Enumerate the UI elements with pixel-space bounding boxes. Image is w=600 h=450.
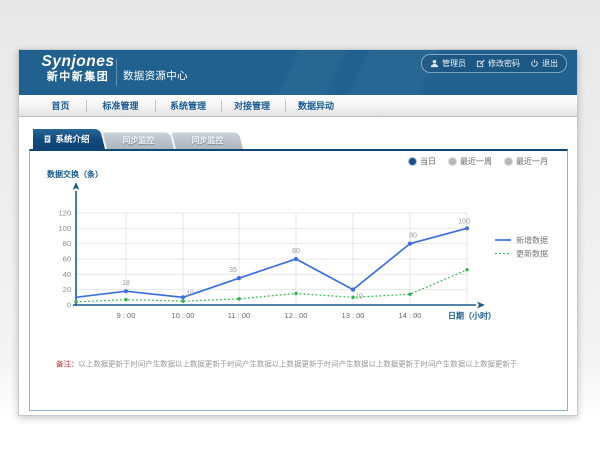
x-tick-label: 10 : 00: [172, 311, 195, 320]
footnote-text: 以上数据更新于时间产生数据以上数据更新于时间产生数据以上数据更新于时间产生数据以…: [78, 360, 517, 368]
app-window: Synjones 新中新集团 数据资源中心 管理员 修改密码 退出 首页标准管理系统…: [18, 49, 578, 416]
user-icon: [430, 59, 439, 68]
tab-label: 系统介绍: [55, 133, 89, 145]
data-point: [237, 276, 241, 280]
data-point: [465, 226, 469, 230]
data-point: [294, 292, 297, 295]
data-point: [124, 298, 127, 301]
app-header: Synjones 新中新集团 数据资源中心 管理员 修改密码 退出: [19, 50, 577, 95]
legend-label-1: 更新数据: [516, 249, 548, 259]
x-tick-label: 13 : 00: [342, 311, 365, 320]
chart-title: 数据交换（条）: [47, 169, 103, 179]
tab-label: 同步监控: [191, 135, 223, 146]
y-axis-arrow-icon: [73, 182, 80, 190]
nav-separator: [285, 100, 286, 112]
data-point: [408, 293, 411, 296]
tab-bar: 系统介绍 同步监控 同步监控: [33, 129, 567, 149]
x-tick-label: 11 : 00: [228, 311, 250, 320]
point-label: 60: [292, 248, 300, 255]
legend-label-0: 新增数据: [516, 235, 548, 245]
logo-company: 新中新集团: [39, 71, 117, 84]
user-menu-label: 管理员: [442, 58, 466, 69]
point-label: 80: [409, 233, 417, 240]
nav-separator: [86, 100, 87, 112]
data-point: [124, 289, 128, 293]
x-tick-label: 14 : 00: [399, 311, 422, 320]
tab-label: 同步监控: [122, 135, 154, 146]
point-label: 10: [355, 293, 363, 300]
nav-separator: [221, 100, 222, 112]
footnote-prefix: 备注：: [56, 360, 78, 368]
document-icon: [43, 135, 51, 143]
user-menu: 管理员 修改密码 退出: [421, 54, 567, 73]
x-tick-label: 9 : 00: [117, 311, 136, 320]
page-title: 数据资源中心: [123, 68, 188, 83]
nav-item-1[interactable]: 标准管理: [86, 95, 156, 117]
tab-0[interactable]: 系统介绍: [33, 129, 105, 149]
y-tick-label: 120: [58, 208, 71, 217]
data-point: [237, 297, 240, 300]
nav-separator: [155, 100, 156, 112]
y-tick-label: 20: [63, 285, 71, 294]
x-axis-arrow-icon: [477, 302, 485, 309]
y-tick-label: 40: [63, 270, 71, 279]
point-label: 100: [458, 218, 470, 225]
logo-separator: [116, 59, 117, 86]
data-point: [181, 299, 184, 302]
y-tick-label: 0: [67, 301, 71, 310]
footnote: 备注：以上数据更新于时间产生数据以上数据更新于时间产生数据以上数据更新于时间产生…: [56, 359, 517, 369]
x-tick-label: 12 : 00: [285, 311, 308, 320]
tab-1[interactable]: 同步监控: [102, 132, 174, 149]
point-label: 35: [229, 267, 237, 274]
main-nav: 首页标准管理系统管理对接管理数据异动: [19, 95, 577, 117]
data-point: [74, 300, 77, 303]
data-point: [181, 295, 185, 299]
data-point: [465, 268, 468, 271]
power-icon: [530, 59, 539, 68]
data-point: [408, 242, 412, 246]
data-point: [351, 288, 355, 292]
content-panel: 当日最近一周最近一月 0204060801001209 : 0010 : 001…: [29, 149, 568, 411]
tab-2[interactable]: 同步监控: [171, 132, 243, 149]
data-point: [294, 257, 298, 261]
user-menu-label: 退出: [542, 58, 558, 69]
logo: Synjones 新中新集团: [39, 53, 117, 84]
x-axis-label: 日期（小时）: [448, 311, 496, 321]
chart-svg: 0 20 40 60 80 100 120 9 : 00 10 : 00 11 : 00 12 : …: [30, 161, 567, 351]
y-tick-label: 100: [58, 224, 71, 233]
user-menu-item-1[interactable]: 修改密码: [476, 58, 520, 69]
logo-brand: Synjones: [39, 53, 117, 71]
line-chart: 0 20 40 60 80 100 120 9 : 00 10 : 00 11 : 00 12 : …: [30, 161, 567, 351]
user-menu-item-2[interactable]: 退出: [530, 58, 558, 69]
user-menu-item-0[interactable]: 管理员: [430, 58, 466, 69]
user-menu-label: 修改密码: [488, 58, 520, 69]
edit-icon: [476, 59, 485, 68]
y-tick-label: 80: [63, 239, 71, 248]
point-label: 18: [122, 280, 130, 287]
point-label: 10: [186, 290, 194, 297]
nav-item-2[interactable]: 系统管理: [153, 95, 223, 117]
nav-item-4[interactable]: 数据异动: [281, 95, 351, 117]
y-tick-label: 60: [63, 254, 71, 263]
nav-item-3[interactable]: 对接管理: [217, 95, 287, 117]
